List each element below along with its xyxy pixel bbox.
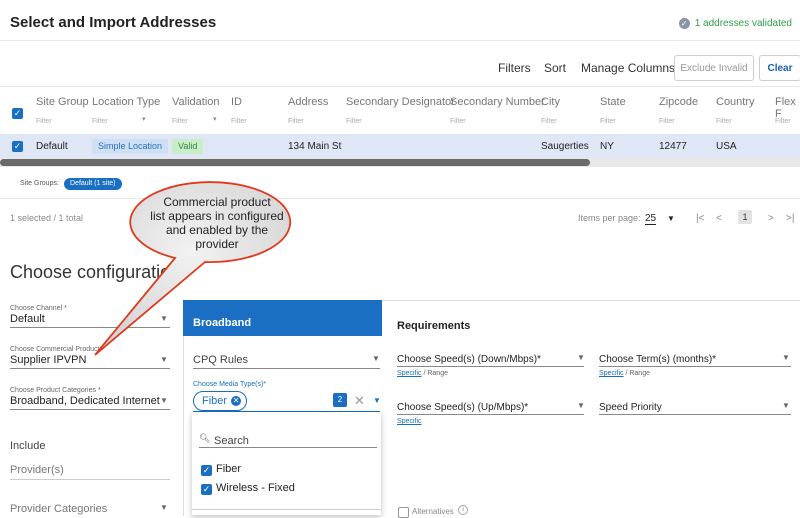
callout-line: and enabled by the bbox=[165, 223, 269, 237]
callout-line: Commercial product bbox=[163, 195, 271, 209]
callout-bubble bbox=[94, 181, 292, 356]
callout-text: Commercial product list appears in confi… bbox=[136, 195, 298, 251]
callout-line: provider bbox=[195, 237, 239, 251]
callout-line: list appears in configured bbox=[150, 209, 284, 223]
